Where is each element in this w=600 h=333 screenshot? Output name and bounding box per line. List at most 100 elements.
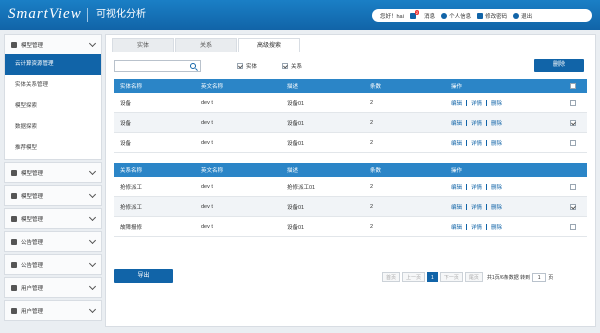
menu-group-4: 模型管理 <box>4 208 102 229</box>
menu-group-5: 公告管理 <box>4 231 102 252</box>
menu-head-model-2[interactable]: 模型管理 <box>5 163 101 182</box>
detail-link[interactable]: 详情 <box>471 139 482 147</box>
menu-head-model[interactable]: 模型管理 <box>5 35 101 54</box>
cell-actions: 编辑 详情 删除 <box>445 183 558 191</box>
col-select-all <box>558 83 587 89</box>
menu-label: 用户管理 <box>21 285 44 292</box>
row-checkbox[interactable] <box>569 223 576 230</box>
menu-head-model-3[interactable]: 模型管理 <box>5 186 101 205</box>
page-info: 共1页/6条数据 转到 <box>486 274 531 281</box>
delete-link[interactable]: 删除 <box>491 99 502 107</box>
delete-link[interactable]: 删除 <box>491 223 502 231</box>
row-checkbox[interactable] <box>569 203 576 210</box>
page-1-button[interactable]: 1 <box>427 272 438 282</box>
cell-count: 2 <box>370 99 374 106</box>
prev-page-button[interactable]: 上一页 <box>402 272 426 282</box>
col-count: 条数 <box>370 168 382 174</box>
tab-relation[interactable]: 关系 <box>175 38 237 52</box>
detail-link[interactable]: 详情 <box>471 119 482 127</box>
grid-icon <box>11 169 17 176</box>
sidebar-item-cloud-resource[interactable]: 云计算资源管理 <box>5 54 101 75</box>
detail-link[interactable]: 详情 <box>471 183 482 191</box>
delete-link[interactable]: 删除 <box>491 119 502 127</box>
row-checkbox[interactable] <box>569 99 576 106</box>
sidebar-item-model-explore[interactable]: 模型探索 <box>5 96 101 117</box>
menu-label: 模型管理 <box>21 42 44 49</box>
action-divider <box>486 203 488 210</box>
change-password-link[interactable]: 修改密码 <box>477 12 507 20</box>
delete-link[interactable]: 删除 <box>491 203 502 211</box>
search-input[interactable] <box>114 60 201 72</box>
edit-link[interactable]: 编辑 <box>451 223 462 231</box>
filter-relation[interactable]: 关系 <box>282 62 302 70</box>
row-checkbox[interactable] <box>569 139 576 146</box>
action-divider <box>486 139 488 146</box>
menu-group-3: 模型管理 <box>4 185 102 206</box>
tab-bar: 实体 关系 高级搜索 <box>112 38 301 52</box>
filter-entity[interactable]: 实体 <box>237 62 257 70</box>
cell-name: 设备 <box>120 140 132 147</box>
cell-select <box>558 223 587 230</box>
select-all-checkbox[interactable] <box>569 83 576 89</box>
menu-head-model-4[interactable]: 模型管理 <box>5 209 101 228</box>
row-checkbox[interactable] <box>569 183 576 190</box>
table-row: 抢修派工 dev t 抢修派工01 2 编辑 详情 删除 <box>114 177 587 197</box>
col-entity-name: 实体名称 <box>120 84 143 90</box>
cell-actions: 编辑 详情 删除 <box>445 99 558 107</box>
col-english-name: 英文名称 <box>201 84 224 90</box>
delete-link[interactable]: 删除 <box>491 139 502 147</box>
user-bar: 您好！hai 2 消息 个人信息 修改密码 退出 <box>372 9 592 22</box>
delete-button[interactable]: 删除 <box>534 59 584 72</box>
messages-link[interactable]: 2 消息 <box>409 10 436 20</box>
cell-name: 故障报修 <box>120 224 143 231</box>
top-header: SmartView 可视化分析 您好！hai 2 消息 个人信息 修改密码 退出 <box>0 0 600 30</box>
password-label: 修改密码 <box>485 13 508 20</box>
export-button[interactable]: 导出 <box>114 269 173 283</box>
cube-icon <box>11 215 17 222</box>
goto-page-input[interactable]: 1 <box>532 272 547 282</box>
col-actions: 操作 <box>451 168 463 174</box>
menu-label: 模型管理 <box>21 170 44 177</box>
edit-link[interactable]: 编辑 <box>451 183 462 191</box>
edit-link[interactable]: 编辑 <box>451 119 462 127</box>
menu-head-user[interactable]: 用户管理 <box>5 278 101 297</box>
menu-head-notice-2[interactable]: 公告管理 <box>5 255 101 274</box>
detail-link[interactable]: 详情 <box>471 99 482 107</box>
cell-english-name: dev t <box>201 203 213 210</box>
edit-link[interactable]: 编辑 <box>451 99 462 107</box>
sidebar-item-entity-relation[interactable]: 实体关系管理 <box>5 75 101 96</box>
model-icon <box>11 41 17 48</box>
search-icon[interactable] <box>190 63 196 69</box>
cell-name: 抢修派工 <box>120 204 143 211</box>
submenu-model: 云计算资源管理 实体关系管理 模型探索 数据探索 推荐模型 <box>5 54 101 159</box>
detail-link[interactable]: 详情 <box>471 223 482 231</box>
profile-link[interactable]: 个人信息 <box>441 12 471 20</box>
cell-count: 2 <box>370 139 374 146</box>
profile-label: 个人信息 <box>449 13 472 20</box>
page-unit: 页 <box>548 274 554 281</box>
chevron-down-icon <box>88 190 97 198</box>
menu-head-user-2[interactable]: 用户管理 <box>5 301 101 320</box>
detail-link[interactable]: 详情 <box>471 203 482 211</box>
briefcase-icon <box>11 261 17 268</box>
sidebar-item-data-explore[interactable]: 数据探索 <box>5 117 101 138</box>
chevron-down-icon <box>88 305 97 313</box>
chevron-down-icon <box>88 259 97 267</box>
relation-checkbox[interactable] <box>282 63 288 69</box>
next-page-button[interactable]: 下一页 <box>439 272 463 282</box>
logout-link[interactable]: 退出 <box>513 12 532 20</box>
delete-link[interactable]: 删除 <box>491 183 502 191</box>
filter-relation-label: 关系 <box>291 64 303 70</box>
entity-checkbox[interactable] <box>237 63 243 69</box>
sidebar-item-recommend-model[interactable]: 推荐模型 <box>5 138 101 159</box>
last-page-button[interactable]: 尾页 <box>464 272 483 282</box>
tab-entity[interactable]: 实体 <box>112 38 174 52</box>
menu-head-notice[interactable]: 公告管理 <box>5 232 101 251</box>
messages-label: 消息 <box>424 13 436 20</box>
edit-link[interactable]: 编辑 <box>451 203 462 211</box>
tab-advanced-search[interactable]: 高级搜索 <box>238 38 300 52</box>
first-page-button[interactable]: 首页 <box>382 272 401 282</box>
edit-link[interactable]: 编辑 <box>451 139 462 147</box>
table-row: 设备 dev t 设备01 2 编辑 详情 删除 <box>114 93 587 113</box>
row-checkbox[interactable] <box>569 119 576 126</box>
